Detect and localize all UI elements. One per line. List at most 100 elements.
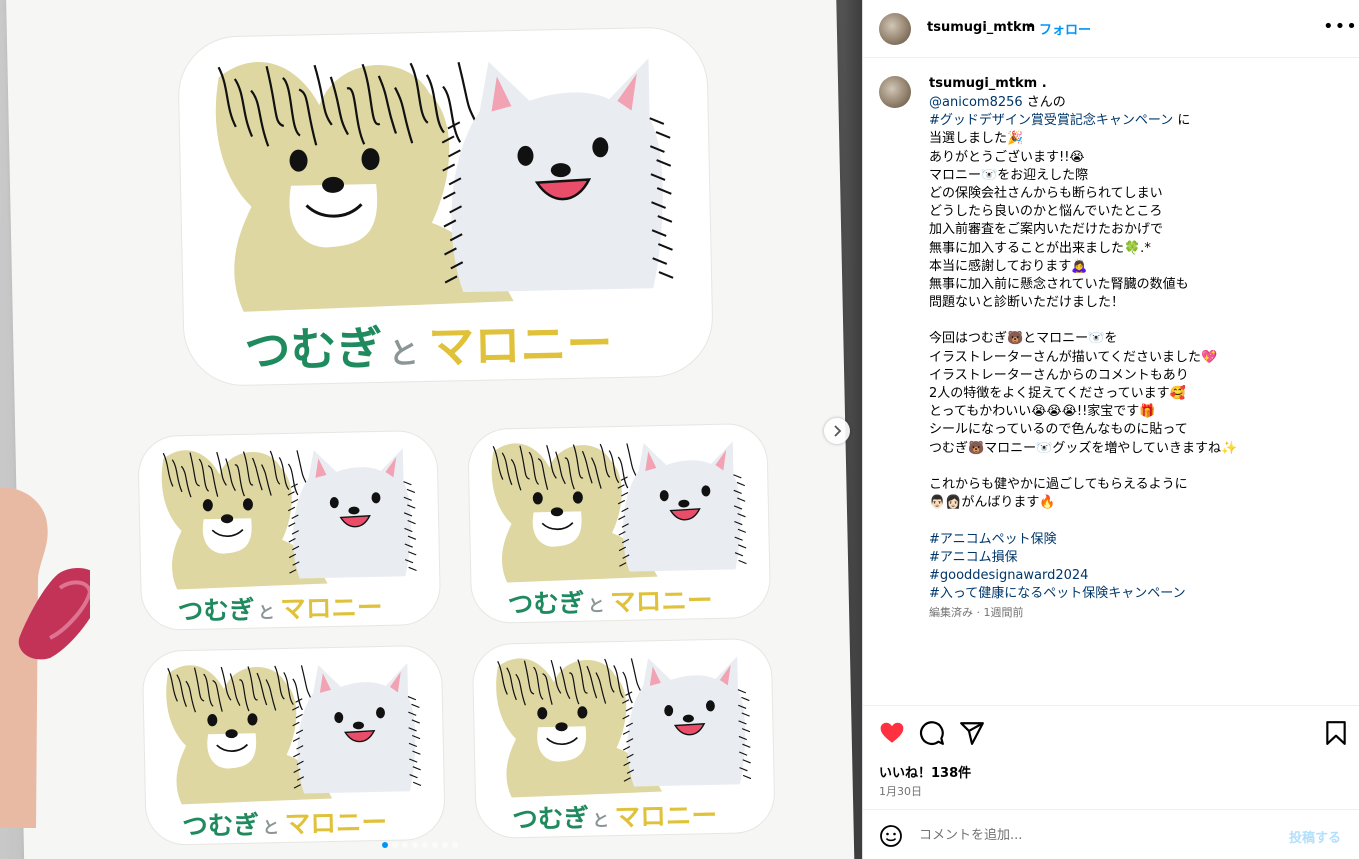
caption-text-span: イラストレーターさんからのコメントもあり: [929, 367, 1189, 383]
caption-text-span: イラストレーターさんが描いてくださいました💖: [929, 349, 1218, 365]
caption-text-span: ありがとうございます!!😭: [929, 149, 1085, 165]
comment-input[interactable]: [919, 824, 1259, 846]
carousel-dot: [432, 842, 438, 848]
caption-link[interactable]: #gooddesignaward2024: [929, 568, 1088, 583]
caption-text-span: 加入前審査をご案内いただけたおかげで: [929, 222, 1164, 238]
caption-link[interactable]: @anicom8256: [929, 95, 1023, 110]
caption-text-span: シールになっているので色んなものに貼って: [929, 422, 1188, 438]
sticker-small-3: つむぎと マロニー: [141, 644, 446, 846]
dogs-illustration: つむぎとマロニー: [496, 656, 752, 835]
caption-link[interactable]: #入って健康になるペット保険キャンペーン: [929, 586, 1186, 601]
carousel-indicator: [382, 842, 458, 848]
caption-line: マロニー🐻‍❄️をお迎えした際: [929, 167, 1339, 185]
caption-link[interactable]: #アニコム損保: [929, 550, 1018, 565]
caption-text-span: どの保険会社さんからも断られてしまい: [929, 185, 1163, 201]
caption-line: 👨🏻👩🏻がんばります🔥: [929, 494, 1339, 512]
caption-text-span: これからも健やかに過ごしてもらえるように: [929, 476, 1188, 492]
caption-line: ありがとうございます!!😭: [929, 149, 1339, 167]
header-separator: •: [1027, 19, 1035, 34]
caption-line: つむぎ🐻マロニー🐻‍❄️グッズを増やしていきますね✨: [929, 440, 1339, 458]
logo-part-to: と: [258, 602, 275, 622]
caption-line: @anicom8256 さんの: [929, 94, 1339, 112]
caption-line: #入って健康になるペット保険キャンペーン: [929, 585, 1339, 603]
caption-line: #gooddesignaward2024: [929, 567, 1339, 585]
caption-line: #アニコム損保: [929, 549, 1339, 567]
logo-part-to: と: [262, 817, 279, 837]
likes-count[interactable]: いいね！138件: [879, 762, 971, 781]
next-slide-button[interactable]: [824, 418, 850, 444]
caption-text-span: に: [1173, 113, 1191, 129]
sticker-sheet: つむぎとマロニー つむぎと マロニー つむぎと マロニー つむぎと マロニー つむぎと…: [6, 0, 855, 859]
caption: tsumugi_mtkm . @anicom8256 さんの #グッドデザイン賞受…: [863, 60, 1359, 705]
more-options-button[interactable]: •••: [1323, 16, 1358, 37]
caption-text-span: 今回はつむぎ🐻とマロニー🐻‍❄️を: [929, 331, 1118, 347]
dogs-illustration: つむぎとマロニー: [166, 663, 422, 842]
caption-line: [929, 458, 1339, 476]
like-heart-icon[interactable]: [879, 720, 905, 746]
maroni-dog: [292, 663, 422, 794]
caption-text: @anicom8256 さんの #グッドデザイン賞受賞記念キャンペーン に当選しま…: [929, 94, 1339, 603]
sticker-logo-text: つむぎとマロニー: [512, 801, 717, 835]
caption-line: 加入前審査をご案内いただけたおかげで: [929, 221, 1339, 239]
caption-line: [929, 512, 1339, 530]
logo-part-to: と: [388, 336, 419, 372]
caption-line: 今回はつむぎ🐻とマロニー🐻‍❄️を: [929, 330, 1339, 348]
caption-text-span: 2人の特徴をよく捉えてくださっています🥰: [929, 386, 1186, 401]
emoji-icon[interactable]: [879, 824, 903, 848]
caption-line: イラストレーターさんが描いてくださいました💖: [929, 349, 1339, 367]
carousel-dot: [442, 842, 448, 848]
sticker-logo-text: つむぎとマロニー: [177, 593, 382, 627]
maroni-dog: [441, 58, 674, 293]
logo-part-tsumugi: つむぎ: [507, 589, 584, 621]
sticker-logo-text: つむぎとマロニー: [244, 316, 613, 378]
caption-line: #アニコムペット保険: [929, 531, 1339, 549]
caption-line: [929, 312, 1339, 330]
caption-text-span: とってもかわいい😭😭😭!!家宝です🎁: [929, 404, 1156, 420]
sticker-logo-text: つむぎとマロニー: [182, 808, 387, 842]
comment-bar: 投稿する: [863, 809, 1359, 859]
post-comment-button[interactable]: 投稿する: [1289, 827, 1341, 846]
avatar[interactable]: [879, 13, 911, 45]
logo-part-tsumugi: つむぎ: [512, 804, 589, 836]
logo-part-maroni: マロニー: [610, 586, 713, 618]
caption-text-span: 当選しました🎉: [929, 131, 1024, 147]
caption-line: どの保険会社さんからも断られてしまい: [929, 185, 1339, 203]
post-date[interactable]: 1月30日: [879, 783, 922, 799]
caption-link[interactable]: #グッドデザイン賞受賞記念キャンペーン: [929, 113, 1173, 128]
caption-text-span: さんの: [1022, 95, 1066, 110]
maroni-dog: [287, 448, 417, 579]
comment-icon[interactable]: [919, 720, 945, 746]
caption-username[interactable]: tsumugi_mtkm .: [929, 76, 1047, 91]
logo-part-maroni: マロニー: [428, 316, 613, 374]
follow-button[interactable]: フォロー: [1039, 19, 1091, 38]
logo-part-tsumugi: つむぎ: [177, 595, 254, 627]
sticker-small-4: つむぎと マロニー: [471, 637, 776, 840]
caption-text-span: 無事に加入することが出来ました🍀.*: [929, 240, 1151, 256]
dogs-illustration: つむぎとマロニー: [491, 441, 747, 621]
maroni-dog: [622, 656, 752, 787]
carousel-dot: [452, 842, 458, 848]
post-header: tsumugi_mtkm • フォロー •••: [863, 0, 1359, 58]
caption-text-span: つむぎ🐻マロニー🐻‍❄️グッズを増やしていきますね✨: [929, 440, 1238, 456]
caption-link[interactable]: #アニコムペット保険: [929, 532, 1057, 547]
share-icon[interactable]: [959, 720, 985, 746]
hand-holding-sheet: [0, 488, 90, 828]
sticker-large: つむぎとマロニー: [176, 26, 715, 388]
logo-part-to: と: [592, 810, 609, 830]
bookmark-icon[interactable]: [1323, 720, 1349, 746]
caption-line: 無事に加入することが出来ました🍀.*: [929, 240, 1339, 258]
carousel-dot: [412, 842, 418, 848]
chevron-right-icon: [834, 425, 842, 437]
action-bar: いいね！138件 1月30日: [863, 705, 1359, 809]
caption-line: とってもかわいい😭😭😭!!家宝です🎁: [929, 403, 1339, 421]
caption-line: #グッドデザイン賞受賞記念キャンペーン に: [929, 112, 1339, 130]
sticker-small-2: つむぎと マロニー: [467, 422, 772, 625]
post-media[interactable]: つむぎとマロニー つむぎと マロニー つむぎと マロニー つむぎと マロニー つむぎと…: [0, 0, 862, 859]
logo-part-tsumugi: つむぎ: [182, 810, 259, 842]
caption-avatar[interactable]: [879, 76, 911, 108]
post-sidebar: tsumugi_mtkm • フォロー ••• tsumugi_mtkm . @…: [862, 0, 1359, 859]
caption-text-span: 無事に加入前に懸念されていた腎臓の数値も: [929, 276, 1189, 292]
header-username[interactable]: tsumugi_mtkm: [927, 20, 1035, 35]
logo-part-maroni: マロニー: [614, 801, 717, 833]
maroni-dog: [617, 441, 747, 572]
